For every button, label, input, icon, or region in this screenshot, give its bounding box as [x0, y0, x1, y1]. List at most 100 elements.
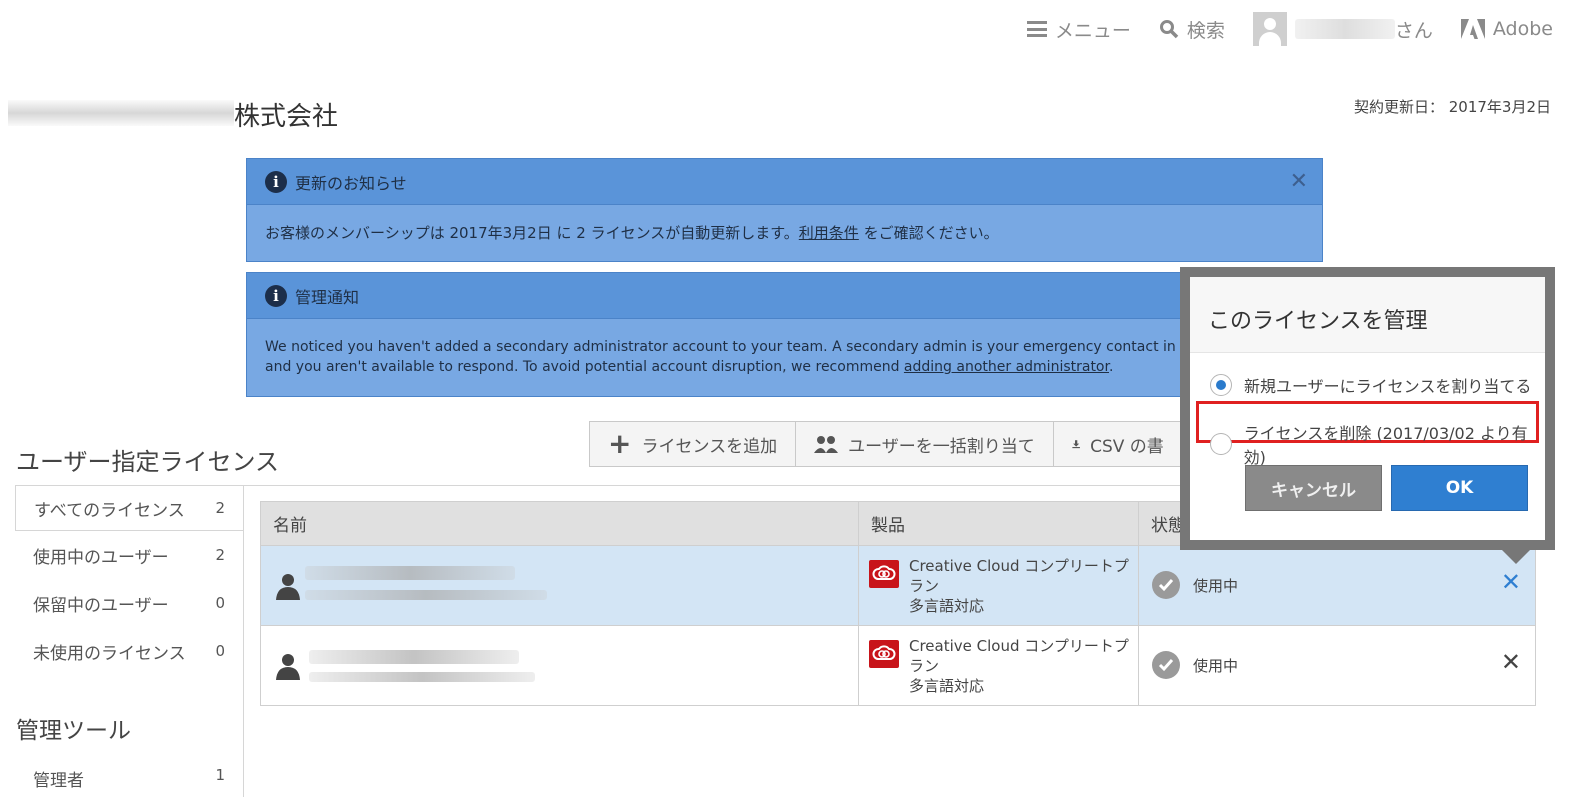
creative-cloud-icon [869, 640, 899, 668]
user-name-redacted [1294, 19, 1395, 39]
adobe-logo-icon [1460, 19, 1485, 39]
sidebar-item-count: 1 [215, 766, 225, 784]
sidebar-item-label: 未使用のライセンス [33, 643, 186, 664]
brand-label: Adobe [1492, 18, 1553, 40]
terms-link[interactable]: 利用条件 [799, 224, 859, 242]
sidebar-item-count: 2 [215, 499, 225, 517]
renewal-value: 2017年3月2日 [1448, 98, 1551, 116]
user-cell [261, 626, 859, 705]
status-label: 使用中 [1193, 577, 1239, 595]
search-icon [1159, 20, 1179, 39]
product-language: 多言語対応 [909, 597, 985, 615]
remove-license-icon[interactable]: ✕ [1501, 568, 1521, 596]
column-header-name[interactable]: 名前 [261, 502, 859, 545]
status-label: 使用中 [1193, 657, 1239, 675]
product-language: 多言語対応 [909, 677, 985, 695]
sidebar-item-count: 0 [215, 642, 225, 660]
info-icon: i [265, 170, 287, 193]
product-name: Creative Cloud コンプリートプ ラン 多言語対応 [909, 556, 1129, 616]
notice-body: お客様のメンバーシップは 2017年3月2日 に 2 ライセンスが自動更新します… [247, 205, 1322, 261]
notice-title: 管理通知 [295, 287, 360, 307]
assign-new-user-option[interactable]: 新規ユーザーにライセンスを割り当てる [1210, 373, 1531, 397]
add-admin-link[interactable]: adding another administrator [904, 359, 1109, 375]
close-icon[interactable]: ✕ [1290, 169, 1308, 194]
sidebar-item-label: 保留中のユーザー [33, 595, 169, 616]
product-line: Creative Cloud コンプリートプ [909, 637, 1129, 655]
radio-selected[interactable] [1210, 374, 1232, 396]
csv-button[interactable]: CSV の書 [1052, 421, 1183, 467]
section-title: ユーザー指定ライセンス [16, 448, 280, 476]
add-license-button[interactable]: + ライセンスを追加 [589, 421, 797, 467]
info-icon: i [265, 284, 287, 307]
company-name-redacted [8, 100, 234, 126]
notice-line-2-text: and you aren't available to respond. To … [265, 359, 904, 375]
table-row[interactable]: Creative Cloud コンプリートプ ラン 多言語対応 使用中 ✕ [261, 625, 1535, 705]
top-navigation: メニュー 検索 さん Adobe [1026, 12, 1553, 46]
cancel-button[interactable]: キャンセル [1245, 465, 1382, 511]
notice-line-2: and you aren't available to respond. To … [265, 357, 1304, 377]
sidebar-item-count: 0 [215, 594, 225, 612]
license-sidebar: すべてのライセンス 2 使用中のユーザー 2 保留中のユーザー 0 未使用のライ… [15, 485, 243, 675]
notice-text-end: をご確認ください。 [858, 224, 999, 242]
sidebar-item-label: すべてのライセンス [34, 500, 185, 521]
creative-cloud-icon [869, 560, 899, 588]
download-icon [1072, 440, 1080, 449]
product-name: Creative Cloud コンプリートプ ラン 多言語対応 [909, 636, 1129, 696]
remove-license-option[interactable]: ライセンスを削除 (2017/03/02 より有効) [1210, 420, 1545, 468]
user-cell [261, 546, 859, 625]
user-suffix: さん [1394, 19, 1433, 42]
ok-button[interactable]: OK [1391, 465, 1528, 511]
product-line: ラン [909, 657, 940, 675]
user-email-redacted [309, 672, 535, 682]
popover-title: このライセンスを管理 [1208, 309, 1428, 334]
renewal-label: 契約更新日： [1353, 98, 1444, 116]
column-header-product[interactable]: 製品 [859, 502, 1139, 545]
manage-license-popover: このライセンスを管理 新規ユーザーにライセンスを割り当てる ライセンスを削除 (… [1180, 267, 1555, 550]
user-name-redacted [309, 650, 519, 664]
renewal-notice: i 更新のお知らせ ✕ お客様のメンバーシップは 2017年3月2日 に 2 ラ… [246, 158, 1323, 262]
menu-button[interactable]: メニュー [1026, 16, 1131, 43]
notice-text: お客様のメンバーシップは 2017年3月2日 に 2 ライセンスが自動更新します… [265, 224, 799, 242]
bulk-assign-label: ユーザーを一括割り当て [848, 436, 1035, 457]
status-cell: 使用中 ✕ [1139, 626, 1535, 705]
option-label: 新規ユーザーにライセンスを割り当てる [1244, 377, 1532, 396]
notice-body: We noticed you haven't added a secondary… [247, 319, 1322, 395]
search-button[interactable]: 検索 [1159, 16, 1225, 43]
notice-header: i 管理通知 [247, 273, 1322, 319]
sidebar-item-label: 管理者 [33, 771, 84, 791]
avatar [1252, 12, 1287, 46]
radio-unselected[interactable] [1210, 433, 1232, 455]
sidebar-divider [243, 485, 244, 797]
sidebar-item-count: 2 [215, 546, 225, 564]
sidebar-item-label: 使用中のユーザー [33, 547, 169, 568]
csv-label: CSV の書 [1090, 436, 1164, 457]
option-label: ライセンスを削除 (2017/03/02 より有効) [1243, 424, 1528, 467]
user-name-redacted [305, 566, 515, 580]
notice-title: 更新のお知らせ [295, 173, 407, 193]
admin-notice: i 管理通知 We noticed you haven't added a se… [246, 272, 1323, 397]
sidebar-item-unused-licenses[interactable]: 未使用のライセンス 0 [15, 627, 243, 675]
user-menu[interactable]: さん [1252, 12, 1433, 46]
search-label: 検索 [1186, 19, 1225, 42]
person-icon [276, 654, 300, 680]
adobe-brand[interactable]: Adobe [1460, 18, 1553, 40]
table-row[interactable]: Creative Cloud コンプリートプ ラン 多言語対応 使用中 ✕ [261, 545, 1535, 625]
add-license-label: ライセンスを追加 [641, 436, 778, 457]
menu-label: メニュー [1054, 19, 1131, 42]
bulk-assign-button[interactable]: ユーザーを一括割り当て [795, 421, 1054, 467]
hamburger-icon [1026, 21, 1047, 37]
notice-line-2-end: . [1108, 359, 1114, 375]
user-email-redacted [305, 590, 547, 600]
sidebar-item-active-users[interactable]: 使用中のユーザー 2 [15, 531, 243, 579]
plus-icon: + [608, 427, 632, 460]
sidebar-item-admins[interactable]: 管理者 1 [33, 766, 225, 791]
admin-tools-title: 管理ツール [16, 718, 131, 744]
remove-license-icon[interactable]: ✕ [1501, 648, 1521, 676]
renewal-date: 契約更新日： 2017年3月2日 [1354, 96, 1551, 117]
person-icon [276, 574, 300, 600]
sidebar-item-all-licenses[interactable]: すべてのライセンス 2 [15, 485, 243, 531]
company-name: 株式会社 [234, 102, 339, 132]
notice-line-1: We noticed you haven't added a secondary… [265, 339, 1185, 355]
product-cell: Creative Cloud コンプリートプ ラン 多言語対応 [859, 546, 1139, 625]
sidebar-item-pending-users[interactable]: 保留中のユーザー 0 [15, 579, 243, 627]
